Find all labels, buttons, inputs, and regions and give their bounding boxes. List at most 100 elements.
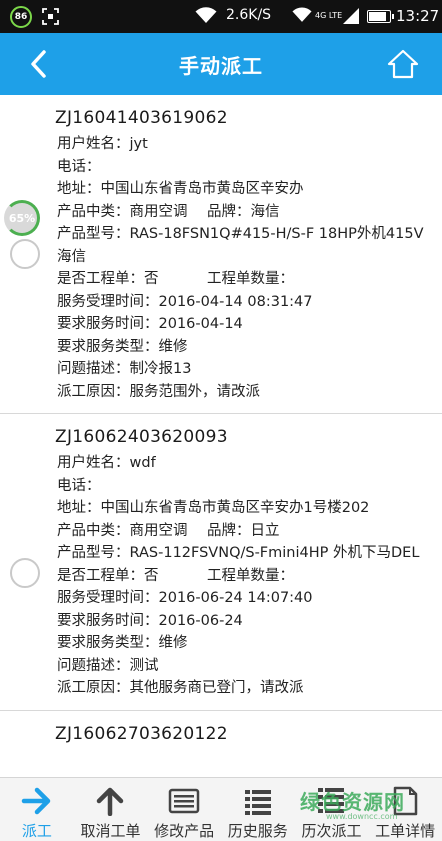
clock: 13:27	[396, 7, 440, 25]
field-value: 海信	[250, 203, 280, 220]
tab-edit-product[interactable]: 修改产品	[147, 778, 221, 841]
tab-label: 工单详情	[375, 822, 436, 840]
field-label: 产品中类：	[57, 203, 130, 220]
battery-badge-icon: 86	[10, 6, 32, 28]
field-project: 是否工程单：否 工程单数量：	[57, 268, 442, 291]
app-header: 手动派工	[0, 33, 442, 95]
field-address: 地址：中国山东省青岛市黄岛区辛安办	[57, 178, 432, 201]
field-category-brand: 产品中类：商用空调 品牌：日立	[57, 520, 442, 543]
field-label: 电话：	[57, 477, 101, 494]
field-label: 产品型号：	[57, 226, 130, 242]
network-type: 4G LTE	[315, 11, 343, 20]
field-value: 维修	[158, 635, 188, 651]
field-address: 地址：中国山东省青岛市黄岛区辛安办1号楼202	[57, 497, 432, 520]
field-value: 中国山东省青岛市黄岛区辛安办1号楼202	[100, 500, 370, 516]
wifi-icon	[195, 7, 217, 23]
field-value: wdf	[129, 455, 156, 471]
field-label: 品牌：	[207, 203, 251, 220]
field-value: 商用空调	[129, 522, 188, 539]
order-select-radio[interactable]	[10, 239, 40, 269]
order-id: ZJ16062403620093	[55, 427, 228, 447]
field-label: 工程单数量：	[207, 271, 294, 287]
field-label: 地址：	[57, 500, 101, 516]
home-button[interactable]	[384, 47, 422, 81]
field-value: 其他服务商已登门，请改派	[129, 680, 304, 696]
work-order-list[interactable]: ZJ16041403619062 用户姓名：jyt 电话： 地址：中国山东省青岛…	[0, 95, 442, 777]
field-reason: 派工原因：其他服务商已登门，请改派	[57, 677, 432, 700]
progress-badge[interactable]: 65%	[4, 200, 40, 236]
field-phone: 电话：	[57, 156, 432, 179]
field-model: 产品型号：RAS-112FSVNQ/S-Fmini4HP 外机下马DEL	[57, 542, 432, 565]
field-label: 工程单数量：	[207, 567, 294, 584]
field-value: 测试	[129, 657, 159, 674]
field-value: 维修	[158, 338, 188, 355]
field-problem: 问题描述：制冷报13	[57, 358, 432, 381]
field-value: 2016-04-14 08:31:47	[158, 293, 313, 310]
field-label: 要求服务时间：	[57, 612, 159, 629]
tab-cancel-order[interactable]: 取消工单	[74, 778, 148, 841]
list-icon	[244, 790, 271, 815]
network-speed: 2.6K/S	[226, 7, 272, 23]
tab-label: 取消工单	[80, 822, 141, 840]
field-value: 否	[144, 271, 159, 287]
field-service-type: 要求服务类型：维修	[57, 632, 432, 655]
field-value: 否	[144, 567, 159, 584]
field-label: 地址：	[57, 181, 101, 197]
field-user-name: 用户姓名：jyt	[57, 133, 432, 156]
field-label: 要求服务类型：	[57, 338, 159, 355]
field-value: 中国山东省青岛市黄岛区辛安办	[100, 181, 304, 197]
scan-icon	[42, 8, 59, 25]
field-label: 问题描述：	[57, 361, 130, 377]
home-outline-icon	[387, 49, 419, 79]
battery-icon	[367, 10, 394, 23]
field-service-type: 要求服务类型：维修	[57, 336, 432, 359]
field-label: 产品中类：	[57, 522, 130, 539]
field-value: jyt	[129, 136, 148, 152]
field-value: 2016-06-24	[158, 612, 243, 629]
tab-label: 历史服务	[227, 822, 288, 840]
work-order-item[interactable]: ZJ16041403619062 用户姓名：jyt 电话： 地址：中国山东省青岛…	[0, 95, 442, 414]
field-label: 用户姓名：	[57, 455, 130, 471]
field-label: 品牌：	[207, 522, 251, 539]
field-label: 是否工程单：	[57, 567, 144, 584]
order-id: ZJ16062703620122	[55, 723, 228, 744]
field-problem: 问题描述：测试	[57, 655, 432, 678]
field-value: 制冷报13	[129, 361, 192, 377]
tab-label: 修改产品	[154, 822, 215, 840]
field-user-name: 用户姓名：wdf	[57, 452, 432, 475]
field-accept-time: 服务受理时间：2016-06-24 14:07:40	[57, 587, 432, 610]
battery-badge-value: 86	[14, 12, 28, 22]
order-id: ZJ16041403619062	[55, 108, 228, 128]
tab-label: 派工	[21, 822, 52, 840]
tab-dispatch[interactable]: 派工	[0, 778, 74, 841]
form-icon	[168, 788, 200, 814]
field-phone: 电话：	[57, 475, 432, 498]
field-model: 产品型号：RAS-18FSN1Q#415-H/S-F 18HP外机415V海信	[57, 223, 432, 268]
field-label: 要求服务类型：	[57, 635, 159, 651]
field-value: 日立	[250, 522, 280, 539]
field-label: 派工原因：	[57, 383, 130, 400]
field-project: 是否工程单：否 工程单数量：	[57, 565, 442, 588]
watermark: 绿色资源网	[300, 790, 405, 814]
field-label: 产品型号：	[57, 545, 130, 561]
field-value: 服务范围外，请改派	[129, 383, 261, 400]
wifi-signal-icon	[292, 7, 312, 22]
field-label: 服务受理时间：	[57, 293, 159, 310]
watermark-url: www.downcc.com	[326, 812, 398, 821]
work-order-item[interactable]: ZJ16062403620093 用户姓名：wdf 电话： 地址：中国山东省青岛…	[0, 414, 442, 711]
page-title: 手动派工	[179, 54, 263, 78]
field-label: 电话：	[57, 158, 101, 175]
field-require-time: 要求服务时间：2016-04-14	[57, 313, 432, 336]
field-label: 服务受理时间：	[57, 590, 159, 606]
field-value: RAS-112FSVNQ/S-Fmini4HP 外机下马DEL	[129, 545, 420, 561]
field-category-brand: 产品中类：商用空调 品牌：海信	[57, 201, 442, 224]
field-value: 2016-06-24 14:07:40	[158, 590, 313, 606]
field-label: 要求服务时间：	[57, 316, 159, 332]
tab-service-history[interactable]: 历史服务	[221, 778, 295, 841]
field-label: 是否工程单：	[57, 271, 144, 287]
field-label: 用户姓名：	[57, 136, 130, 152]
arrow-right-icon	[21, 787, 51, 815]
status-bar: 86 2.6K/S 4G LTE 13:27	[0, 0, 442, 33]
work-order-item[interactable]: ZJ16062703620122	[0, 711, 442, 759]
order-select-radio[interactable]	[10, 558, 40, 588]
